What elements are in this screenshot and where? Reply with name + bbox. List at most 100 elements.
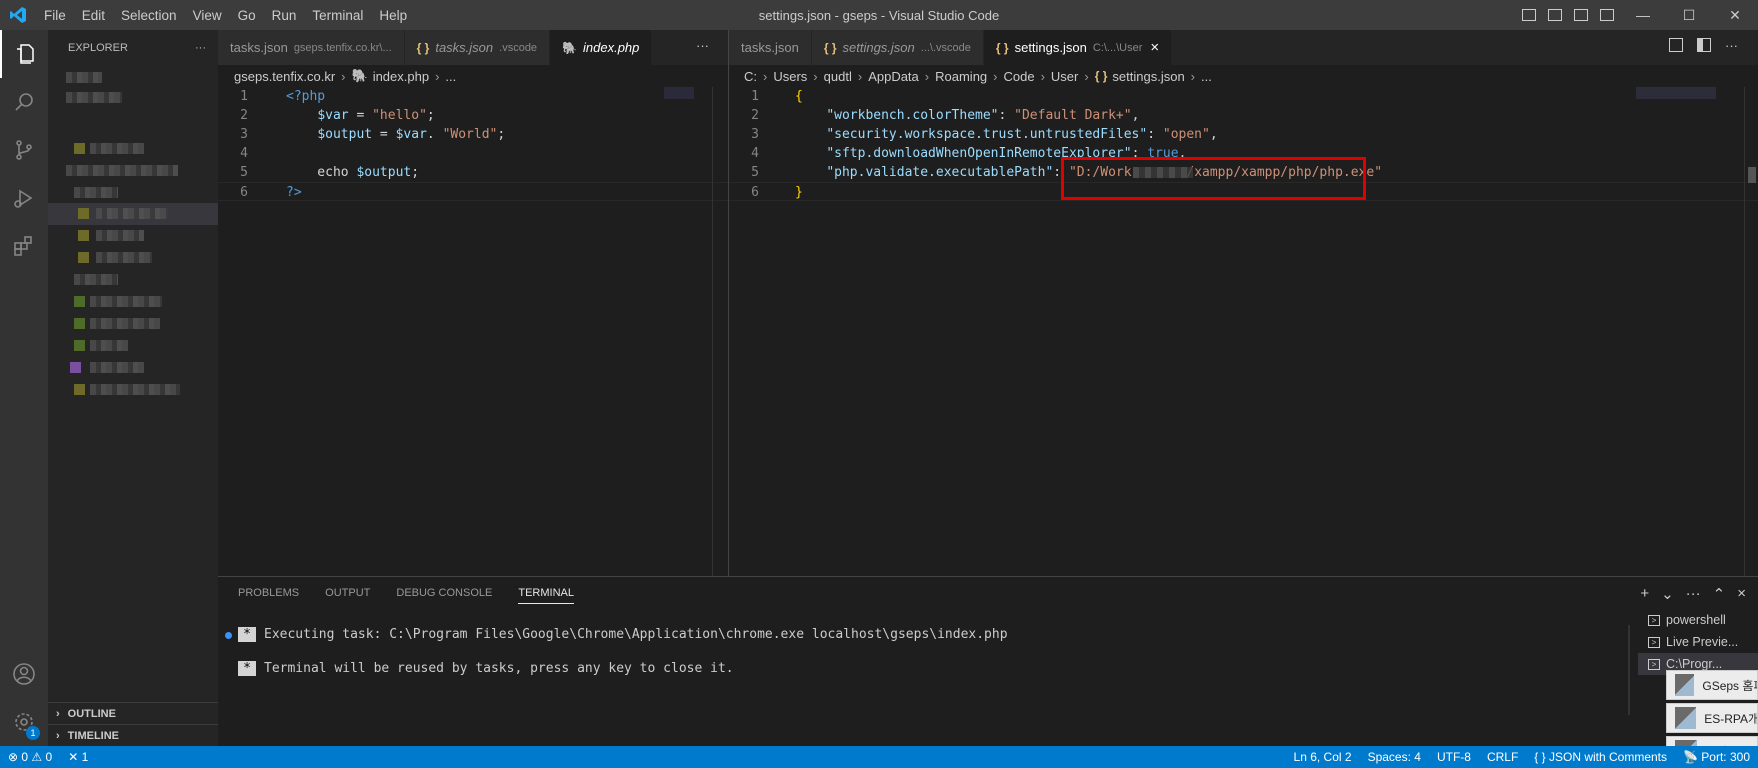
problems-status[interactable]: ⊗ 0 ⚠ 0 xyxy=(0,750,60,764)
outline-section[interactable]: › OUTLINE xyxy=(48,702,218,724)
live-server-port[interactable]: 📡 Port: 300 xyxy=(1675,750,1758,764)
toggle-panel-icon[interactable] xyxy=(1548,9,1562,21)
code-token: echo xyxy=(286,165,357,180)
tab-label: tasks.json xyxy=(741,40,799,55)
indentation[interactable]: Spaces: 4 xyxy=(1360,750,1429,764)
menu-go[interactable]: Go xyxy=(230,8,264,23)
line-number: 6 xyxy=(751,185,759,200)
code-text: $output = $var. "World"; xyxy=(286,125,505,144)
manage-gear-icon[interactable]: 1 xyxy=(0,698,48,746)
open-settings-json-icon[interactable] xyxy=(1669,38,1683,52)
maximize-button[interactable]: ☐ xyxy=(1666,0,1712,30)
tab-tasks-json[interactable]: { } tasks.json .vscode xyxy=(404,30,551,65)
account-icon[interactable] xyxy=(0,650,48,698)
right-breadcrumb[interactable]: C: › Users › qudtl › AppData › Roaming › Code › User… xyxy=(744,65,1212,87)
terminal-scrollbar[interactable] xyxy=(1628,625,1630,715)
timeline-section[interactable]: › TIMELINE xyxy=(48,724,218,746)
menu-view[interactable]: View xyxy=(185,8,230,23)
source-control-icon[interactable] xyxy=(0,126,48,174)
code-token: "open" xyxy=(1162,127,1210,142)
explorer-icon[interactable] xyxy=(0,30,48,78)
menu-run[interactable]: Run xyxy=(264,8,305,23)
remote-status[interactable]: ✕ 1 xyxy=(60,750,96,764)
breadcrumb-item[interactable]: ... xyxy=(1201,69,1212,84)
extensions-icon[interactable] xyxy=(0,222,48,270)
explorer-more-icon[interactable]: ··· xyxy=(195,42,206,54)
line-number: 5 xyxy=(751,165,759,180)
language-mode[interactable]: { } JSON with Comments xyxy=(1526,750,1675,764)
close-tab-icon[interactable]: × xyxy=(1150,39,1159,56)
panel-tab-problems[interactable]: PROBLEMS xyxy=(238,587,299,604)
maximize-panel-icon[interactable]: ⌃ xyxy=(1713,585,1726,603)
file-tree[interactable] xyxy=(48,65,218,405)
terminal-item[interactable]: > Live Previe... xyxy=(1638,631,1758,653)
left-code-editor[interactable]: 1 <?php 2 $var = "hello"; 3 $output = $var.… xyxy=(218,87,728,576)
breadcrumb-item[interactable]: Users xyxy=(773,69,807,84)
close-panel-icon[interactable]: × xyxy=(1737,585,1746,603)
breadcrumb-item[interactable]: qudtl xyxy=(824,69,852,84)
toggle-secondary-sidebar-icon[interactable] xyxy=(1574,9,1588,21)
cursor-position[interactable]: Ln 6, Col 2 xyxy=(1286,750,1360,764)
terminal-item[interactable]: > powershell xyxy=(1638,609,1758,631)
code-line: 6 ?> xyxy=(218,182,728,201)
code-text: $var = "hello"; xyxy=(286,106,434,125)
chevron-right-icon: › xyxy=(924,68,930,84)
notification-popup[interactable]: GSeps 홈피 xyxy=(1666,670,1758,700)
panel-tab-output[interactable]: OUTPUT xyxy=(325,587,370,604)
new-terminal-icon[interactable]: + xyxy=(1640,585,1649,603)
menu-selection[interactable]: Selection xyxy=(113,8,185,23)
customize-layout-icon[interactable] xyxy=(1600,9,1614,21)
left-breadcrumb[interactable]: gseps.tenfix.co.kr › 🐘 index.php ›... xyxy=(234,65,456,87)
menu-help[interactable]: Help xyxy=(371,8,415,23)
toggle-sidebar-icon[interactable] xyxy=(1522,9,1536,21)
terminal-dropdown-icon[interactable]: ⌄ xyxy=(1661,585,1674,603)
tab-label: index.php xyxy=(583,40,640,55)
breadcrumb-item[interactable]: AppData xyxy=(868,69,919,84)
terminal-icon: > xyxy=(1648,614,1660,626)
more-actions-icon[interactable]: ··· xyxy=(1725,38,1738,53)
notification-popup[interactable]: ES-RPA개 xyxy=(1666,703,1758,733)
tab-tasks-json[interactable]: tasks.json xyxy=(729,30,812,65)
line-number: 1 xyxy=(751,89,759,104)
panel-tab-terminal[interactable]: TERMINAL xyxy=(518,587,574,604)
breadcrumb-item[interactable]: Code xyxy=(1004,69,1035,84)
panel-tab-debug-console[interactable]: DEBUG CONSOLE xyxy=(396,587,492,604)
explorer-sidebar: EXPLORER ··· › OUTLINE › TIMELINE xyxy=(48,30,218,746)
menu-terminal[interactable]: Terminal xyxy=(304,8,371,23)
minimize-button[interactable]: — xyxy=(1620,0,1666,30)
breadcrumb-item[interactable]: Roaming xyxy=(935,69,987,84)
line-ending[interactable]: CRLF xyxy=(1479,750,1526,764)
menu-edit[interactable]: Edit xyxy=(74,8,113,23)
close-window-button[interactable]: ✕ xyxy=(1712,0,1758,30)
popup-label: ES-RPA개 xyxy=(1704,711,1757,726)
encoding[interactable]: UTF-8 xyxy=(1429,750,1479,764)
breadcrumb-item[interactable]: C: xyxy=(744,69,757,84)
menu-file[interactable]: File xyxy=(36,8,74,23)
tab-index-php[interactable]: 🐘 index.php xyxy=(550,30,653,65)
left-editor-scrollbar[interactable] xyxy=(712,87,726,576)
code-token: $output xyxy=(356,165,412,180)
run-debug-icon[interactable] xyxy=(0,174,48,222)
right-editor-scrollbar[interactable] xyxy=(1744,87,1758,576)
code-line: 1 <?php xyxy=(218,87,728,106)
split-editor-icon[interactable] xyxy=(1697,38,1711,52)
terminal-label: powershell xyxy=(1666,613,1726,627)
code-text: } xyxy=(795,183,803,202)
tab-tasks-json[interactable]: tasks.json gseps.tenfix.co.kr\... xyxy=(218,30,405,65)
tab-settings-json[interactable]: { } settings.json C:\...\User × xyxy=(983,30,1173,65)
tab-label: tasks.json xyxy=(230,40,288,55)
terminal-label: C:\Progr... xyxy=(1666,657,1723,671)
breadcrumb-item[interactable]: User xyxy=(1051,69,1078,84)
search-icon[interactable] xyxy=(0,78,48,126)
tab-settings-json[interactable]: { } settings.json ...\.vscode xyxy=(811,30,984,65)
code-token: = xyxy=(348,108,373,123)
left-tabs-more-icon[interactable]: ··· xyxy=(696,38,709,53)
line-number: 6 xyxy=(240,185,248,200)
panel-more-icon[interactable]: ··· xyxy=(1686,585,1701,603)
title-bar: File Edit Selection View Go Run Terminal Help s… xyxy=(0,0,1758,30)
breadcrumb-item[interactable]: settings.json xyxy=(1112,69,1184,84)
